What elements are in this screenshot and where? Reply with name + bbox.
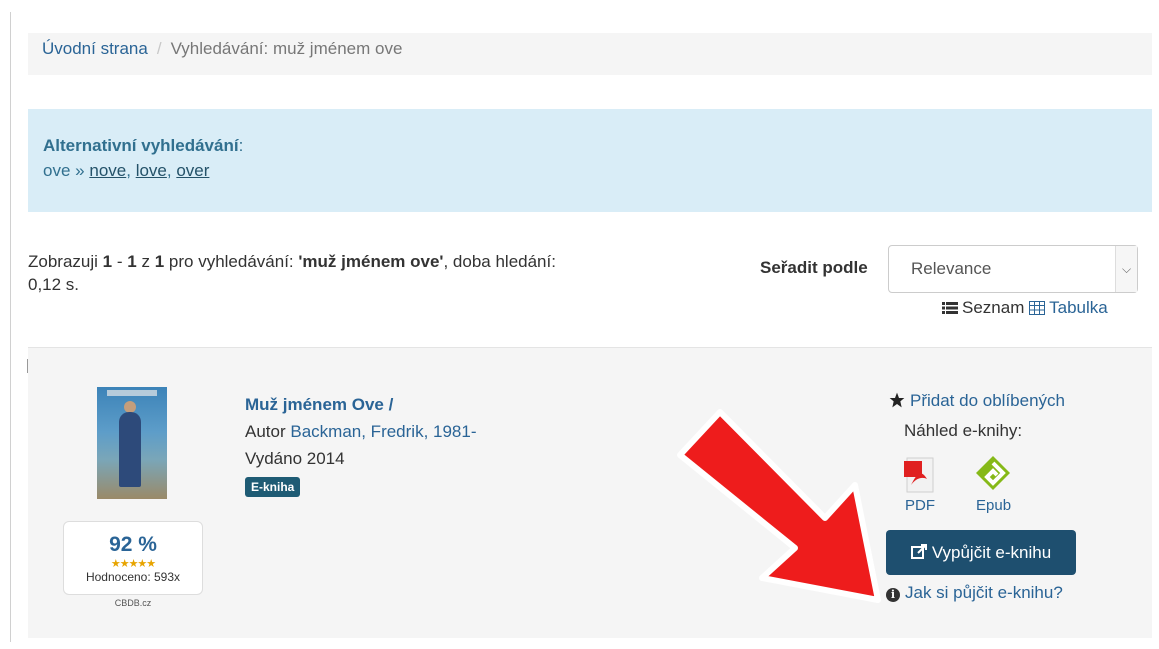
results-for-search: pro vyhledávání: bbox=[168, 252, 294, 271]
borrow-ebook-label: Vypůjčit e-knihu bbox=[931, 543, 1052, 562]
breadcrumb: Úvodní strana / Vyhledávání: muž jménem ov… bbox=[28, 33, 1152, 75]
rating-count: Hodnoceno: 593x bbox=[85, 570, 181, 584]
results-prefix: Zobrazuji bbox=[28, 252, 98, 271]
suggestion-link-love[interactable]: love bbox=[136, 161, 167, 180]
view-list-label: Seznam bbox=[962, 298, 1025, 317]
results-total: 1 bbox=[154, 252, 165, 271]
borrow-ebook-button[interactable]: Vypůjčit e-knihu bbox=[886, 530, 1076, 575]
breadcrumb-separator: / bbox=[156, 39, 162, 58]
cover-title-strip bbox=[107, 390, 157, 396]
breadcrumb-home-link[interactable]: Úvodní strana bbox=[42, 39, 148, 58]
star-icon bbox=[889, 392, 905, 408]
record-checkbox-marker bbox=[27, 359, 28, 373]
info-icon: i bbox=[886, 588, 900, 602]
alternative-search-title: Alternativní vyhledávání bbox=[43, 136, 239, 155]
pdf-file-icon[interactable] bbox=[901, 455, 941, 495]
book-cover-image[interactable] bbox=[97, 387, 167, 499]
epub-label[interactable]: Epub bbox=[976, 497, 1011, 514]
alternative-search-suggestions: ove » nove, love, over bbox=[43, 161, 210, 180]
list-icon bbox=[942, 300, 958, 320]
alternative-search-alert: Alternativní vyhledávání: ove » nove, lo… bbox=[28, 109, 1152, 212]
view-switcher: Seznam Tabulka bbox=[942, 298, 1108, 320]
rating-box[interactable]: 92 % ★★★★★ Hodnoceno: 593x bbox=[63, 521, 203, 595]
page-left-border bbox=[10, 12, 11, 642]
how-to-borrow-label: Jak si půjčit e-knihu? bbox=[905, 583, 1063, 602]
book-info: Muž jménem Ove / Autor Backman, Fredrik,… bbox=[245, 391, 477, 499]
author-link[interactable]: Backman, Fredrik, 1981- bbox=[290, 422, 476, 441]
rating-source: CBDB.cz bbox=[114, 598, 152, 608]
rating-stars-icon: ★★★★★ bbox=[110, 558, 156, 570]
results-of-word: z bbox=[141, 252, 150, 271]
view-table-label: Tabulka bbox=[1049, 298, 1108, 317]
suggestion-arrow: » bbox=[75, 161, 85, 180]
breadcrumb-current: Vyhledávání: muž jménem ove bbox=[170, 39, 403, 58]
results-query: 'muž jménem ove' bbox=[298, 252, 444, 271]
epub-icon[interactable] bbox=[973, 453, 1013, 493]
add-to-favorites-label: Přidat do oblíbených bbox=[910, 391, 1065, 410]
suggestion-link-nove[interactable]: nove bbox=[89, 161, 126, 180]
alternative-query: ove bbox=[43, 161, 71, 180]
published-year: Vydáno 2014 bbox=[245, 449, 345, 468]
results-dash: - bbox=[116, 252, 123, 271]
results-from: 1 bbox=[102, 252, 113, 271]
chevron-down-icon: ⌵ bbox=[1115, 246, 1137, 292]
view-list-link[interactable]: Seznam bbox=[942, 298, 1029, 317]
author-label: Autor bbox=[245, 422, 286, 441]
sort-selected-value: Relevance bbox=[911, 259, 992, 278]
external-link-icon bbox=[910, 544, 927, 559]
book-title-link[interactable]: Muž jménem Ove / bbox=[245, 395, 393, 414]
results-to: 1 bbox=[127, 252, 137, 271]
results-summary: Zobrazuji 1 - 1 z 1 pro vyhledávání: 'mu… bbox=[28, 250, 588, 296]
sort-select[interactable]: Relevance ⌵ bbox=[888, 245, 1138, 293]
preview-label: Náhled e-knihy: bbox=[904, 421, 1023, 440]
sort-label: Seřadit podle bbox=[760, 258, 868, 277]
format-badge: E-kniha bbox=[245, 477, 301, 497]
pdf-label[interactable]: PDF bbox=[905, 497, 935, 514]
red-arrow-annotation bbox=[677, 409, 881, 603]
view-table-link[interactable]: Tabulka bbox=[1029, 298, 1108, 317]
table-icon bbox=[1029, 300, 1046, 320]
how-to-borrow-link[interactable]: i Jak si půjčit e-knihu? bbox=[886, 583, 1063, 603]
alternative-search-colon: : bbox=[238, 136, 244, 155]
alternative-search-heading: Alternativní vyhledávání: bbox=[43, 136, 1152, 156]
rating-percent: 92 % bbox=[109, 533, 157, 556]
cover-figure bbox=[119, 412, 141, 487]
suggestion-link-over[interactable]: over bbox=[176, 161, 209, 180]
add-to-favorites-link[interactable]: Přidat do oblíbených bbox=[889, 391, 1065, 411]
